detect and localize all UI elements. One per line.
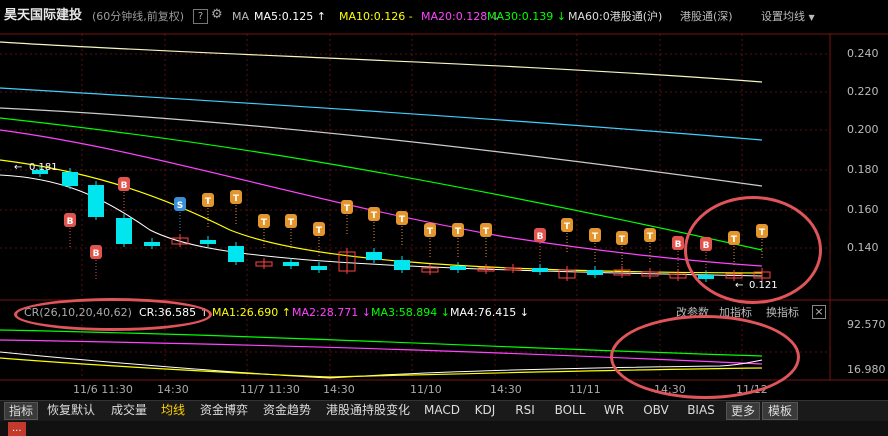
time-axis-label: 11/11 bbox=[569, 383, 601, 396]
strip-item[interactable]: ... bbox=[8, 422, 26, 436]
tab-7[interactable]: MACD bbox=[420, 401, 464, 420]
bottom-strip: ... bbox=[0, 421, 888, 436]
stock-chart-window: 昊天国际建投 (60分钟线,前复权) ? ⚙ MA MA5:0.125 ↑ MA… bbox=[0, 0, 888, 436]
cr-ma2: MA2:28.771 ↓ bbox=[292, 306, 371, 319]
candle-body bbox=[283, 262, 299, 266]
price-axis-label: 0.160 bbox=[847, 203, 879, 216]
signal-marker-label: B bbox=[121, 181, 128, 191]
candle-body bbox=[228, 246, 244, 262]
tab-12[interactable]: OBV bbox=[636, 401, 676, 420]
annotation-ellipse bbox=[610, 315, 800, 399]
tab-2[interactable]: 成交量 bbox=[106, 401, 152, 420]
tab-8[interactable]: KDJ bbox=[468, 401, 502, 420]
signal-marker-label: B bbox=[675, 240, 682, 250]
tab-4[interactable]: 资金博弈 bbox=[194, 401, 254, 420]
candle-body bbox=[144, 242, 160, 246]
time-axis-label: 11/6 11:30 bbox=[73, 383, 133, 396]
signal-marker-label: T bbox=[647, 232, 654, 242]
tab-11[interactable]: WR bbox=[596, 401, 632, 420]
tab-15[interactable]: 模板 bbox=[762, 402, 798, 420]
time-axis-label: 14:30 bbox=[157, 383, 189, 396]
signal-marker-label: T bbox=[205, 197, 212, 207]
indicator-axis-bottom: 16.980 bbox=[847, 363, 886, 376]
tab-6[interactable]: 港股通持股变化 bbox=[320, 401, 416, 420]
candle-body bbox=[116, 218, 132, 244]
candle-body bbox=[587, 270, 603, 275]
annotation-ellipse bbox=[684, 196, 822, 304]
tab-10[interactable]: BOLL bbox=[548, 401, 592, 420]
signal-marker-label: T bbox=[316, 226, 323, 236]
signal-marker-label: T bbox=[344, 204, 351, 214]
signal-marker-label: T bbox=[233, 194, 240, 204]
signal-marker-label: T bbox=[592, 232, 599, 242]
signal-marker-label: B bbox=[67, 217, 74, 227]
signal-marker-label: T bbox=[619, 235, 626, 245]
tab-9[interactable]: RSI bbox=[506, 401, 544, 420]
signal-marker-label: T bbox=[261, 218, 268, 228]
tab-1[interactable]: 恢复默认 bbox=[40, 401, 102, 420]
tab-0[interactable]: 指标 bbox=[4, 402, 38, 420]
candle-body bbox=[62, 172, 78, 186]
time-axis-label: 11/7 11:30 bbox=[240, 383, 300, 396]
time-axis-label: 14:30 bbox=[490, 383, 522, 396]
time-axis-label: 14:30 bbox=[323, 383, 355, 396]
signal-marker-label: T bbox=[288, 218, 295, 228]
price-axis-label: 0.200 bbox=[847, 123, 879, 136]
price-axis-label: 0.180 bbox=[847, 163, 879, 176]
signal-marker-label: T bbox=[427, 227, 434, 237]
signal-marker-label: B bbox=[93, 249, 100, 259]
candle-body bbox=[311, 266, 327, 270]
close-icon[interactable]: × bbox=[812, 305, 826, 319]
signal-marker-label: T bbox=[483, 227, 490, 237]
cr-ma3: MA3:58.894 ↓ bbox=[371, 306, 450, 319]
signal-marker-label: T bbox=[399, 215, 406, 225]
signal-marker-label: T bbox=[564, 222, 571, 232]
signal-marker-label: T bbox=[455, 227, 462, 237]
candle-body bbox=[532, 268, 548, 272]
candle-body bbox=[200, 240, 216, 244]
price-axis-label: 0.240 bbox=[847, 47, 879, 60]
time-axis-label: 11/10 bbox=[410, 383, 442, 396]
switch-indicator-button[interactable]: 换指标 bbox=[766, 306, 799, 320]
annotation-ellipse bbox=[14, 298, 212, 331]
price-axis-label: 0.140 bbox=[847, 241, 879, 254]
tab-3[interactable]: 均线 bbox=[156, 401, 190, 420]
tab-13[interactable]: BIAS bbox=[680, 401, 722, 420]
indicator-tabs: 指标 恢复默认 成交量 均线 资金博弈 资金趋势 港股通持股变化 MACD KDJ RSI BOLL… bbox=[0, 400, 888, 421]
cr-ma4: MA4:76.415 ↓ bbox=[450, 306, 529, 319]
indicator-axis-top: 92.570 bbox=[847, 318, 886, 331]
candle-body bbox=[366, 252, 382, 260]
high-price-annotation: ← bbox=[14, 162, 22, 173]
signal-marker-label: S bbox=[177, 201, 183, 211]
signal-marker-label: B bbox=[537, 232, 544, 242]
cr-ma1: MA1:26.690 ↑ bbox=[212, 306, 291, 319]
tab-14[interactable]: 更多 bbox=[726, 402, 760, 420]
candle-body bbox=[394, 260, 410, 270]
candle-body bbox=[88, 185, 104, 217]
tab-5[interactable]: 资金趋势 bbox=[258, 401, 316, 420]
candle-body bbox=[450, 266, 466, 270]
high-price-value: 0.181 bbox=[29, 162, 58, 173]
signal-marker-label: T bbox=[371, 211, 378, 221]
price-axis-label: 0.220 bbox=[847, 85, 879, 98]
